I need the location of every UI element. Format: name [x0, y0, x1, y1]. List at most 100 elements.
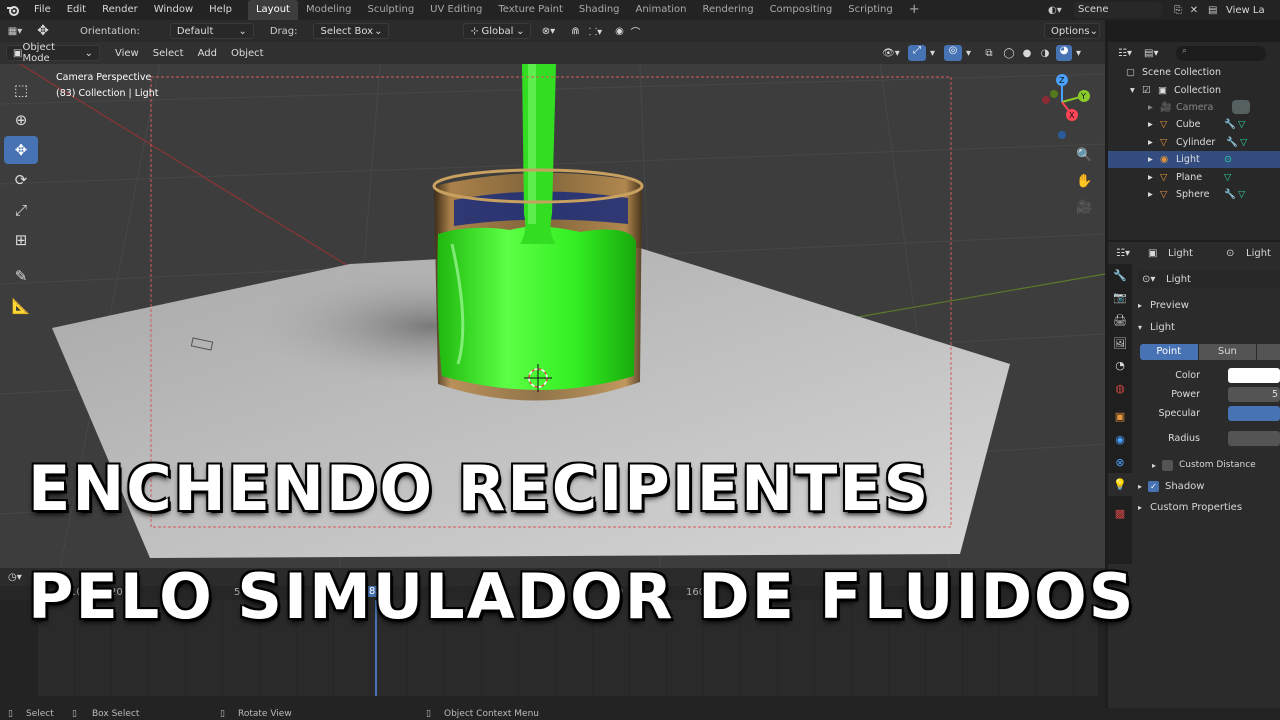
drag-dropdown[interactable]: Select Box ⌄: [313, 23, 390, 39]
xray-toggle-icon[interactable]: ⧉: [980, 48, 998, 59]
custom-properties-panel-header[interactable]: ▸ Custom Properties: [1138, 498, 1280, 516]
tab-sculpting[interactable]: Sculpting: [359, 0, 422, 20]
visibility-icon[interactable]: 👁▾: [882, 48, 904, 59]
snap-icon[interactable]: ⋒: [565, 26, 585, 37]
scene-icon[interactable]: ◐▾: [1048, 5, 1074, 16]
delete-scene-icon[interactable]: ✕: [1186, 5, 1202, 16]
light-panel-header[interactable]: ▾ Light: [1138, 318, 1280, 336]
menu-add[interactable]: Add: [191, 48, 224, 59]
output-tab-icon[interactable]: 🖨: [1108, 309, 1132, 332]
light-type-point[interactable]: Point: [1140, 344, 1198, 360]
tab-layout[interactable]: Layout: [247, 0, 298, 20]
collection-row[interactable]: ▾ ☑ ▣ Collection: [1108, 81, 1280, 98]
transform-orientation-dropdown[interactable]: ⊹ Global ⌄: [463, 23, 532, 39]
outliner-item-sphere[interactable]: ▸ ▽ Sphere 🔧 ▽: [1108, 186, 1280, 203]
outliner-item-cube[interactable]: ▸ ▽ Cube 🔧 ▽: [1108, 116, 1280, 133]
menu-file[interactable]: File: [26, 0, 59, 20]
tab-uv-editing[interactable]: UV Editing: [422, 0, 490, 20]
material-shading-icon[interactable]: ◑: [1038, 48, 1052, 59]
rotate-tool-icon[interactable]: ⟳: [4, 166, 38, 194]
menu-view[interactable]: View: [108, 48, 146, 59]
shadow-checkbox[interactable]: ✓: [1148, 480, 1159, 492]
expand-arrow-icon[interactable]: ▸: [1148, 119, 1160, 130]
expand-arrow-icon[interactable]: ▸: [1148, 154, 1160, 165]
timeline-editor-icon[interactable]: ◷▾: [8, 572, 22, 583]
tool-tab-icon[interactable]: 🔧: [1108, 264, 1132, 287]
view-layer-field[interactable]: View La: [1224, 5, 1265, 16]
camera-view-icon[interactable]: 🎥: [1076, 200, 1092, 215]
datablock-selector[interactable]: ⊙▾ Light: [1138, 270, 1280, 288]
properties-editor-icon[interactable]: ☷▾: [1116, 248, 1142, 259]
add-workspace-icon[interactable]: +: [901, 0, 928, 20]
rendered-shading-icon[interactable]: ◕: [1056, 45, 1072, 61]
menu-window[interactable]: Window: [146, 0, 201, 20]
outliner-item-cylinder[interactable]: ▸ ▽ Cylinder 🔧 ▽: [1108, 134, 1280, 151]
preview-panel-header[interactable]: ▸ Preview: [1138, 296, 1280, 314]
cursor-tool-icon[interactable]: ⊕: [4, 106, 38, 134]
zoom-icon[interactable]: 🔍: [1076, 148, 1092, 163]
display-mode-icon[interactable]: ▤▾: [1144, 48, 1170, 59]
move-tool-icon[interactable]: ✥: [4, 136, 38, 164]
falloff-icon[interactable]: ⌒: [627, 24, 643, 39]
scene-tab-icon[interactable]: ◔: [1108, 354, 1132, 377]
texture-tab-icon[interactable]: ▩: [1108, 502, 1132, 525]
options-button[interactable]: Options ⌄: [1044, 23, 1100, 39]
tab-scripting[interactable]: Scripting: [840, 0, 900, 20]
constraints-tab-icon[interactable]: ⊗: [1108, 451, 1132, 474]
menu-help[interactable]: Help: [201, 0, 240, 20]
solid-shading-icon[interactable]: ●: [1020, 48, 1034, 59]
light-type-spot[interactable]: [1257, 344, 1280, 360]
proportional-edit-icon[interactable]: ◉: [611, 26, 627, 37]
view-layer-tab-icon[interactable]: 🖼: [1108, 332, 1132, 355]
world-tab-icon[interactable]: ◍: [1108, 377, 1132, 400]
menu-object[interactable]: Object: [224, 48, 271, 59]
scale-tool-icon[interactable]: ⤢: [4, 196, 38, 224]
editor-type-icon[interactable]: ▦▾: [0, 26, 30, 37]
tab-rendering[interactable]: Rendering: [694, 0, 761, 20]
tab-texture-paint[interactable]: Texture Paint: [490, 0, 571, 20]
power-field[interactable]: 5: [1228, 387, 1280, 402]
light-type-sun[interactable]: Sun: [1198, 344, 1257, 360]
menu-render[interactable]: Render: [94, 0, 146, 20]
radius-field[interactable]: [1228, 431, 1280, 446]
transform-tool-icon[interactable]: ✥: [30, 23, 56, 39]
pivot-point-icon[interactable]: ⊗▾: [537, 26, 559, 37]
expand-arrow-icon[interactable]: ▸: [1148, 137, 1160, 148]
physics-tab-icon[interactable]: ◉: [1108, 428, 1132, 451]
annotate-tool-icon[interactable]: ✎: [4, 262, 38, 290]
outliner-search-input[interactable]: ⌕: [1176, 45, 1266, 61]
expand-arrow-icon[interactable]: ▸: [1148, 102, 1160, 113]
view-layer-icon[interactable]: ▤: [1208, 5, 1224, 16]
light-data-tab-icon[interactable]: 💡: [1108, 473, 1132, 496]
checkbox-icon[interactable]: ☑: [1142, 85, 1158, 96]
blender-logo-icon[interactable]: [0, 3, 26, 17]
tab-modeling[interactable]: Modeling: [298, 0, 360, 20]
gizmo-toggle-icon[interactable]: ⤢: [908, 45, 926, 61]
menu-edit[interactable]: Edit: [59, 0, 94, 20]
transform-tool-icon[interactable]: ⊞: [4, 226, 38, 254]
shadow-panel-header[interactable]: ▸ ✓ Shadow: [1138, 477, 1280, 495]
scene-collection-row[interactable]: ▢ Scene Collection: [1108, 64, 1280, 81]
menu-select[interactable]: Select: [146, 48, 191, 59]
wireframe-shading-icon[interactable]: ◯: [1002, 48, 1016, 59]
select-box-tool-icon[interactable]: ⬚: [4, 76, 38, 104]
scene-field[interactable]: Scene: [1074, 2, 1162, 18]
gizmo-dropdown-icon[interactable]: ▾: [930, 48, 940, 59]
render-tab-icon[interactable]: 📷: [1108, 287, 1132, 310]
new-scene-icon[interactable]: ⎘: [1170, 5, 1186, 16]
expand-arrow-icon[interactable]: ▸: [1148, 189, 1160, 200]
navigation-gizmo[interactable]: Z Y X: [1032, 72, 1092, 142]
color-swatch[interactable]: [1228, 368, 1280, 383]
overlays-dropdown-icon[interactable]: ▾: [966, 48, 976, 59]
object-tab-icon[interactable]: ▣: [1108, 406, 1132, 429]
snap-target-icon[interactable]: ⸬▾: [585, 24, 605, 38]
outliner-item-camera[interactable]: ▸ 🎥 Camera: [1108, 99, 1280, 116]
outliner-item-light[interactable]: ▸ ◉ Light ⊙: [1108, 150, 1280, 169]
expand-arrow-icon[interactable]: ▾: [1130, 85, 1142, 96]
tab-compositing[interactable]: Compositing: [762, 0, 841, 20]
measure-tool-icon[interactable]: 📐: [4, 292, 38, 320]
custom-distance-subpanel[interactable]: ▸ Custom Distance: [1152, 456, 1280, 474]
outliner-editor-icon[interactable]: ☷▾: [1118, 48, 1144, 59]
pan-hand-icon[interactable]: ✋: [1076, 174, 1092, 189]
expand-arrow-icon[interactable]: ▸: [1148, 172, 1160, 183]
